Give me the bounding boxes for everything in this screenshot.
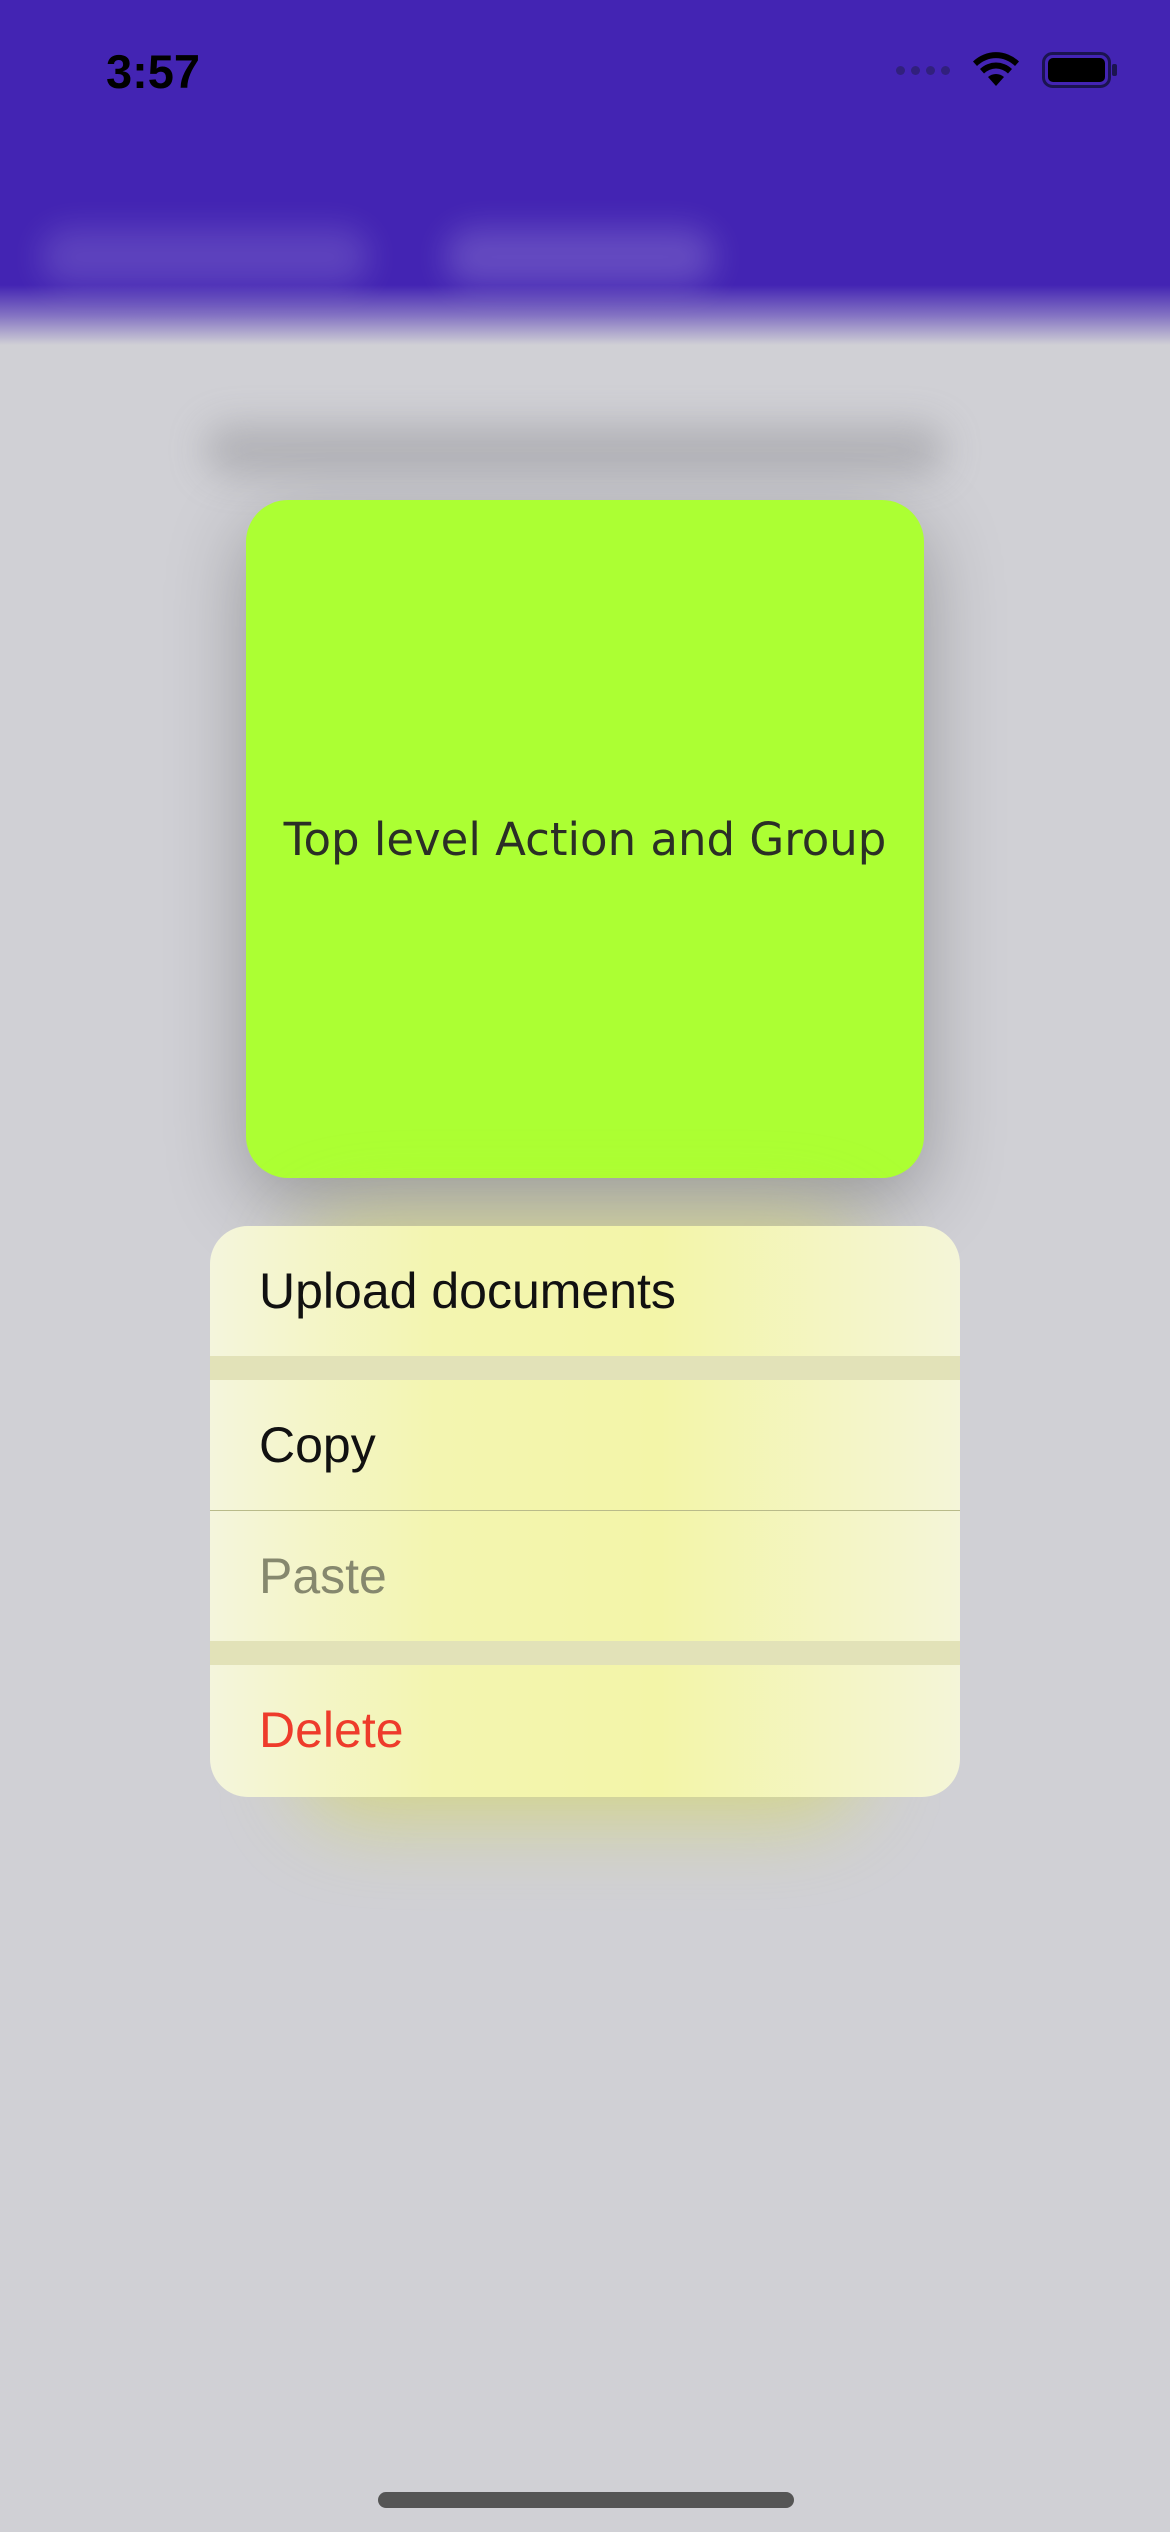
menu-item-copy[interactable]: Copy [210,1380,960,1510]
menu-group-separator [210,1356,960,1380]
wifi-icon [973,52,1019,86]
menu-item-upload-documents[interactable]: Upload documents [210,1226,960,1356]
preview-label: Top level Action and Group [283,812,887,866]
menu-item-delete[interactable]: Delete [210,1665,960,1795]
cellular-signal-icon [896,65,950,75]
context-menu: Upload documents Copy Paste Delete [210,1226,960,1797]
menu-group-separator [210,1641,960,1665]
home-indicator[interactable] [378,2492,794,2508]
app-bar-blurred-title [40,228,370,286]
blurred-background-content [205,425,945,475]
status-icons [896,52,1118,88]
status-time: 3:57 [106,45,201,98]
app-bar-blurred-button [445,228,715,286]
context-menu-preview[interactable]: Top level Action and Group [246,500,924,1178]
battery-icon [1042,52,1117,88]
menu-item-paste: Paste [259,1548,387,1604]
